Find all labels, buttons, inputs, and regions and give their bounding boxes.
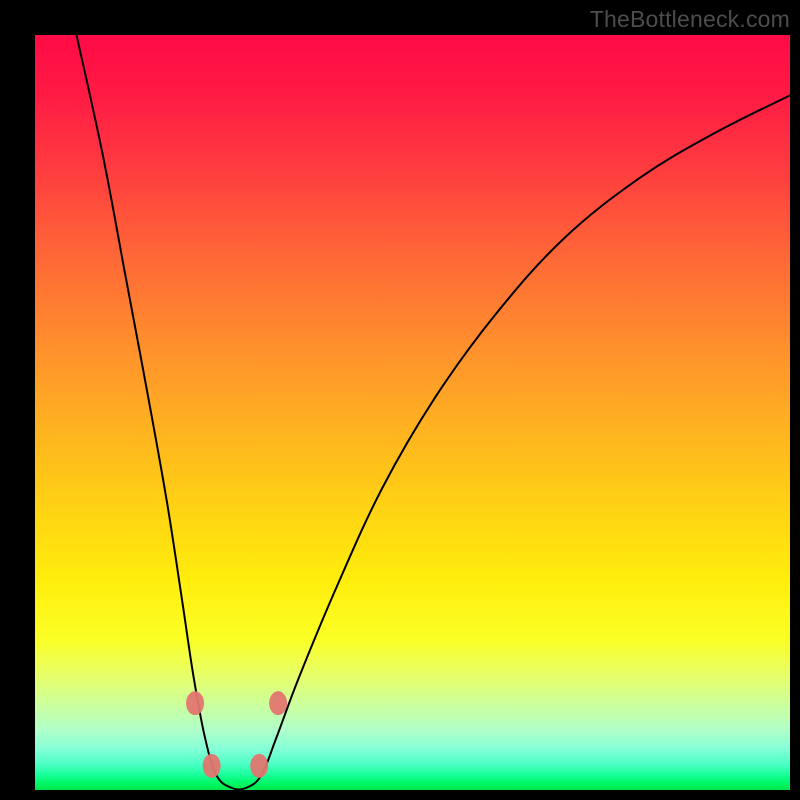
- chart-frame: TheBottleneck.com: [0, 0, 800, 800]
- marker-group: [186, 691, 287, 778]
- bottleneck-curve: [77, 35, 790, 789]
- curve-svg: [35, 35, 790, 790]
- curve-marker: [269, 691, 287, 715]
- curve-marker: [250, 754, 268, 778]
- plot-area: [35, 35, 790, 790]
- branding-watermark: TheBottleneck.com: [590, 6, 790, 33]
- curve-marker: [203, 754, 221, 778]
- curve-marker: [186, 691, 204, 715]
